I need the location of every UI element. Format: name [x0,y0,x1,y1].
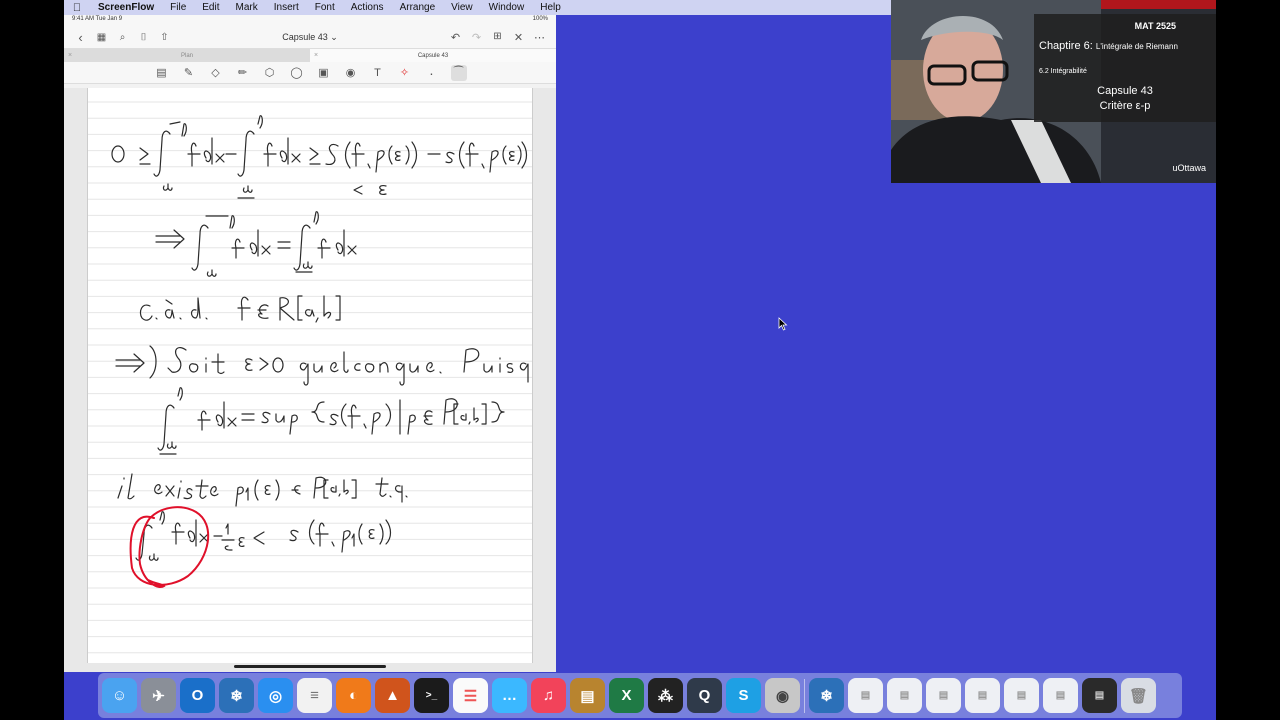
close-tab-icon[interactable]: × [68,52,72,59]
close-icon[interactable]: ✕ [508,31,529,44]
terminal-icon[interactable]: >_ [414,678,449,713]
textedit-icon[interactable]: ≡ [297,678,332,713]
ipad-status-bar: 9:41 AM Tue Jan 9 100% [64,15,556,26]
drawing-toolbar: ▤ ✎ ◇ ✏ ⬡ ◯ ▣ ◉ T ✧ · ⁀ [64,62,556,84]
menu-edit[interactable]: Edit [194,0,227,15]
reader-icon[interactable]: ▤ [154,65,170,81]
launchpad-icon[interactable]: ✈ [141,678,176,713]
firefox-icon[interactable]: ◐ [336,678,371,713]
laser-icon[interactable]: ✧ [397,65,413,81]
dot-icon[interactable]: · [424,65,440,81]
window-thumbnail-7[interactable]: ▤ [1082,678,1117,713]
notes-icon[interactable]: ▤ [570,678,605,713]
back-icon[interactable]: ‹ [70,30,91,45]
tab-label: Plan [180,52,193,59]
window-thumbnail-3[interactable]: ▤ [926,678,961,713]
add-page-icon[interactable]: ⊞ [487,31,508,44]
maple-window-icon[interactable]: ❄ [809,678,844,713]
safari-icon[interactable]: ◎ [258,678,293,713]
stroke-icon[interactable]: ⁀ [450,64,467,81]
chapter-title: Chaptire 6: L'intégrale de Riemann [1039,40,1178,52]
acrobat-icon[interactable]: ⁂ [648,678,683,713]
capsule-number: Capsule 43 [1097,85,1153,97]
menu-arrange[interactable]: Arrange [392,0,444,15]
status-time: 9:41 AM Tue Jan 9 [72,16,123,22]
maple-icon[interactable]: ❄ [219,678,254,713]
capsule-topic: Critère ε-p [1099,100,1151,112]
eraser-icon[interactable]: ◇ [208,65,224,81]
dock-separator [804,678,805,713]
window-thumbnail-1[interactable]: ▤ [848,678,883,713]
matlab-icon[interactable]: ▲ [375,678,410,713]
document-tabs: × Plan × Capsule 43 [64,48,556,62]
shapes-icon[interactable]: ⬡ [262,65,278,81]
search-icon[interactable]: ⌕ [112,32,133,43]
reminders-icon[interactable]: ☰ [453,678,488,713]
photo-booth-icon[interactable]: ◉ [765,678,800,713]
outlook-icon[interactable]: O [180,678,215,713]
menu-insert[interactable]: Insert [266,0,307,15]
home-indicator [234,665,386,668]
close-tab-icon[interactable]: × [314,52,318,59]
battery-status: 100% [532,16,548,22]
highlighter-icon[interactable]: ✏ [235,65,251,81]
more-icon[interactable]: ⋯ [529,31,550,44]
desktop:  ScreenFlow File Edit Mark Insert Font … [64,0,1216,720]
dock: ☺ ✈ O ❄ ◎ ≡ ◐ ▲ >_ ☰ … ♫ ▤ X ⁂ Q S ◉ ❄ ▤… [98,673,1182,718]
tab-label: Capsule 43 [417,52,449,59]
lecture-title-card: MAT 2525 Chaptire 6: L'intégrale de Riem… [1034,14,1216,122]
camera-icon[interactable]: ◉ [343,65,359,81]
finder-icon[interactable]: ☺ [102,678,137,713]
uottawa-logo: uOttawa [1172,163,1206,173]
ipad-mirror-window: 9:41 AM Tue Jan 9 100% ‹ ▦ ⌕ ⌷ ⇧ Capsule… [64,15,556,672]
mouse-pointer-icon [778,317,788,331]
window-thumbnail-4[interactable]: ▤ [965,678,1000,713]
handwriting [111,115,529,588]
window-thumbnail-5[interactable]: ▤ [1004,678,1039,713]
messages-icon[interactable]: … [492,678,527,713]
section-title: 6.2 Intégrabilité [1039,68,1087,75]
quicktime-icon[interactable]: Q [687,678,722,713]
notes-navbar: ‹ ▦ ⌕ ⌷ ⇧ Capsule 43 ⌄ ↶ ↷ ⊞ ✕ ⋯ [64,26,556,48]
pen-icon[interactable]: ✎ [181,65,197,81]
undo-icon[interactable]: ↶ [445,31,466,44]
grid-icon[interactable]: ▦ [91,32,112,43]
menu-file[interactable]: File [162,0,194,15]
bookmark-icon[interactable]: ⌷ [133,32,154,43]
menu-help[interactable]: Help [532,0,569,15]
page-area [64,88,556,672]
redo-icon[interactable]: ↷ [466,31,487,44]
menu-mark[interactable]: Mark [228,0,266,15]
skype-icon[interactable]: S [726,678,761,713]
menu-view[interactable]: View [443,0,481,15]
menu-window[interactable]: Window [481,0,533,15]
lasso-icon[interactable]: ◯ [289,65,305,81]
menu-actions[interactable]: Actions [343,0,392,15]
course-code: MAT 2525 [1134,21,1176,31]
window-thumbnail-6[interactable]: ▤ [1043,678,1078,713]
share-icon[interactable]: ⇧ [154,32,175,43]
capsule-title: Capsule 43 Critère ε-p [1034,84,1216,114]
tab-plan[interactable]: × Plan [64,49,310,62]
music-icon[interactable]: ♫ [531,678,566,713]
menu-screenflow[interactable]: ScreenFlow [90,0,162,15]
tab-capsule-43[interactable]: × Capsule 43 [310,49,556,62]
window-thumbnail-2[interactable]: ▤ [887,678,922,713]
handwritten-page[interactable] [87,88,533,663]
presenter-video-overlay: MAT 2525 Chaptire 6: L'intégrale de Riem… [891,0,1216,183]
apple-icon[interactable]:  [64,2,90,14]
trash-icon[interactable]: 🗑 [1121,678,1156,713]
menu-font[interactable]: Font [307,0,343,15]
text-icon[interactable]: T [370,65,386,81]
image-icon[interactable]: ▣ [316,65,332,81]
excel-icon[interactable]: X [609,678,644,713]
